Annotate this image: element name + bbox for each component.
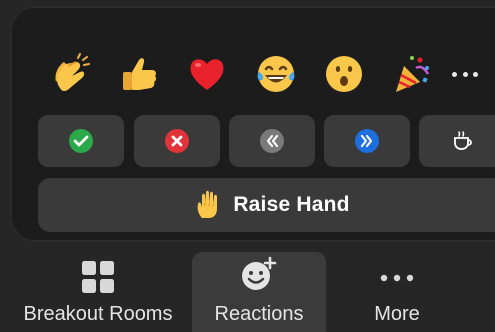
ellipsis-icon xyxy=(380,274,414,282)
yes-button[interactable] xyxy=(38,115,124,167)
status-row xyxy=(38,115,495,167)
clapping-hands-icon[interactable] xyxy=(42,46,98,102)
no-button[interactable] xyxy=(134,115,220,167)
speed-up-icon xyxy=(355,129,379,153)
coffee-button[interactable] xyxy=(419,115,495,167)
green-check-icon xyxy=(69,129,93,153)
add-reaction-icon xyxy=(242,256,277,290)
reactions-label: Reactions xyxy=(214,303,304,325)
raise-hand-label: Raise Hand xyxy=(233,193,350,216)
surprised-face-icon[interactable] xyxy=(316,46,372,102)
speed-up-button[interactable] xyxy=(324,115,410,167)
more-button[interactable]: More xyxy=(330,246,464,332)
raised-hand-icon xyxy=(197,190,218,218)
breakout-rooms-button[interactable]: Breakout Rooms xyxy=(0,246,196,332)
breakout-rooms-label: Breakout Rooms xyxy=(23,303,173,325)
slow-down-icon xyxy=(260,129,284,153)
zoom-reactions-screen: Raise Hand Breakout Rooms Reactions More xyxy=(0,0,495,332)
red-heart-icon[interactable] xyxy=(179,46,235,102)
grid-icon xyxy=(82,261,114,293)
reactions-button[interactable]: Reactions xyxy=(192,252,326,332)
thumbs-up-icon[interactable] xyxy=(111,46,167,102)
more-label: More xyxy=(374,303,420,325)
raise-hand-button[interactable]: Raise Hand xyxy=(38,178,495,232)
coffee-cup-icon xyxy=(454,131,472,150)
red-x-icon xyxy=(165,129,189,153)
slow-down-button[interactable] xyxy=(229,115,315,167)
reactions-popover: Raise Hand xyxy=(12,8,495,240)
tears-of-joy-icon[interactable] xyxy=(248,46,304,102)
more-dots-icon[interactable] xyxy=(452,66,478,82)
emoji-row xyxy=(24,46,495,102)
party-popper-icon[interactable] xyxy=(384,46,440,102)
meeting-toolbar: Breakout Rooms Reactions More xyxy=(0,246,495,332)
